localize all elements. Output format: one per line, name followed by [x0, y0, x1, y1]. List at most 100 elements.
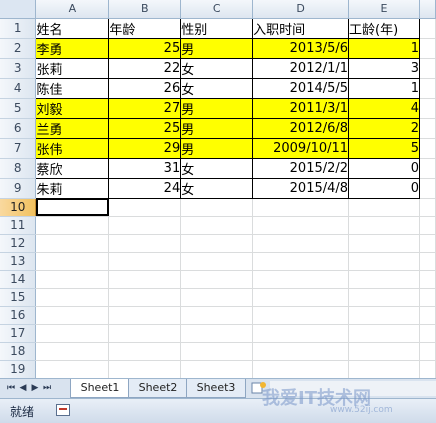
cell-a6[interactable]: 兰勇 — [35, 117, 110, 139]
empty-cell[interactable] — [348, 198, 420, 217]
cell-f5[interactable] — [419, 98, 436, 119]
column-header-c[interactable]: C — [180, 0, 254, 19]
empty-cell[interactable] — [419, 342, 436, 361]
empty-cell[interactable] — [419, 234, 436, 253]
sheet-tab-sheet1[interactable]: Sheet1 — [70, 379, 130, 398]
row-header[interactable]: 14 — [0, 270, 37, 289]
cell-f8[interactable] — [419, 158, 436, 179]
empty-cell[interactable] — [252, 306, 350, 325]
cell-b7[interactable]: 29 — [108, 137, 182, 159]
empty-cell[interactable] — [108, 270, 182, 289]
cell-c2[interactable]: 男 — [180, 37, 254, 59]
cell-f9[interactable] — [419, 178, 436, 199]
empty-cell[interactable] — [348, 324, 420, 343]
empty-cell[interactable] — [348, 342, 420, 361]
cell-d9[interactable]: 2015/4/8 — [252, 177, 350, 199]
cell-e3[interactable]: 3 — [348, 57, 420, 79]
empty-cell[interactable] — [348, 306, 420, 325]
empty-cell[interactable] — [180, 288, 254, 307]
empty-cell[interactable] — [419, 306, 436, 325]
empty-cell[interactable] — [108, 198, 182, 217]
empty-cell[interactable] — [108, 342, 182, 361]
cell-table[interactable]: ABCDE 1 姓名 年龄 性别 入职时间 工龄(年) 2 李勇 25 男 2013/5/6 1 3 张莉… — [0, 0, 436, 378]
empty-cell[interactable] — [35, 252, 110, 271]
row-header[interactable]: 18 — [0, 342, 37, 361]
empty-cell[interactable] — [252, 216, 350, 235]
row-header[interactable]: 6 — [0, 118, 37, 139]
cell-e5[interactable]: 4 — [348, 97, 420, 119]
cell-d4[interactable]: 2014/5/5 — [252, 77, 350, 99]
cell-a2[interactable]: 李勇 — [35, 37, 110, 59]
cell-f3[interactable] — [419, 58, 436, 79]
cell-d7[interactable]: 2009/10/11 — [252, 137, 350, 159]
row-header[interactable]: 17 — [0, 324, 37, 343]
row-header[interactable]: 19 — [0, 360, 37, 378]
empty-cell[interactable] — [419, 270, 436, 289]
cell-f7[interactable] — [419, 138, 436, 159]
empty-cell[interactable] — [180, 270, 254, 289]
row-header[interactable]: 16 — [0, 306, 37, 325]
cell-b9[interactable]: 24 — [108, 177, 182, 199]
empty-cell[interactable] — [419, 360, 436, 378]
empty-cell[interactable] — [252, 234, 350, 253]
column-header-b[interactable]: B — [108, 0, 182, 19]
row-header[interactable]: 1 — [0, 18, 37, 39]
cell-c3[interactable]: 女 — [180, 57, 254, 79]
cell-b5[interactable]: 27 — [108, 97, 182, 119]
empty-cell[interactable] — [180, 234, 254, 253]
cell-b2[interactable]: 25 — [108, 37, 182, 59]
empty-cell[interactable] — [35, 198, 110, 217]
last-sheet-icon[interactable]: ⏭ — [42, 382, 52, 395]
empty-cell[interactable] — [419, 216, 436, 235]
spreadsheet-grid[interactable]: ABCDE 1 姓名 年龄 性别 入职时间 工龄(年) 2 李勇 25 男 2013/5/6 1 3 张莉… — [0, 0, 436, 378]
column-header-d[interactable]: D — [252, 0, 350, 19]
empty-cell[interactable] — [108, 324, 182, 343]
next-sheet-icon[interactable]: ▶ — [30, 382, 40, 395]
empty-cell[interactable] — [348, 216, 420, 235]
cell-e2[interactable]: 1 — [348, 37, 420, 59]
empty-cell[interactable] — [35, 234, 110, 253]
row-header[interactable]: 4 — [0, 78, 37, 99]
empty-cell[interactable] — [252, 198, 350, 217]
empty-cell[interactable] — [108, 306, 182, 325]
cell-f2[interactable] — [419, 38, 436, 59]
row-header[interactable]: 10 — [0, 198, 37, 217]
row-header[interactable]: 2 — [0, 38, 37, 59]
cell-b1[interactable]: 年龄 — [108, 17, 182, 39]
cell-c9[interactable]: 女 — [180, 177, 254, 199]
cell-f4[interactable] — [419, 78, 436, 99]
empty-cell[interactable] — [252, 252, 350, 271]
empty-cell[interactable] — [252, 342, 350, 361]
cell-b6[interactable]: 25 — [108, 117, 182, 139]
empty-cell[interactable] — [252, 360, 350, 378]
row-header[interactable]: 8 — [0, 158, 37, 179]
cell-a8[interactable]: 蔡欣 — [35, 157, 110, 179]
empty-cell[interactable] — [419, 198, 436, 217]
empty-cell[interactable] — [180, 306, 254, 325]
empty-cell[interactable] — [180, 198, 254, 217]
cell-e7[interactable]: 5 — [348, 137, 420, 159]
cell-f1[interactable] — [419, 18, 436, 39]
cell-b3[interactable]: 22 — [108, 57, 182, 79]
row-header[interactable]: 7 — [0, 138, 37, 159]
cell-a4[interactable]: 陈佳 — [35, 77, 110, 99]
column-header-a[interactable]: A — [35, 0, 110, 19]
row-header[interactable]: 3 — [0, 58, 37, 79]
cell-c6[interactable]: 男 — [180, 117, 254, 139]
empty-cell[interactable] — [348, 360, 420, 378]
row-header[interactable]: 5 — [0, 98, 37, 119]
row-header[interactable]: 13 — [0, 252, 37, 271]
empty-cell[interactable] — [108, 288, 182, 307]
row-header[interactable]: 15 — [0, 288, 37, 307]
cell-c1[interactable]: 性别 — [180, 17, 254, 39]
cell-e1[interactable]: 工龄(年) — [348, 17, 420, 39]
empty-cell[interactable] — [35, 270, 110, 289]
row-header[interactable]: 9 — [0, 178, 37, 199]
empty-cell[interactable] — [180, 252, 254, 271]
empty-cell[interactable] — [35, 216, 110, 235]
cell-b4[interactable]: 26 — [108, 77, 182, 99]
cell-e4[interactable]: 1 — [348, 77, 420, 99]
empty-cell[interactable] — [35, 324, 110, 343]
row-header[interactable]: 11 — [0, 216, 37, 235]
empty-cell[interactable] — [108, 216, 182, 235]
